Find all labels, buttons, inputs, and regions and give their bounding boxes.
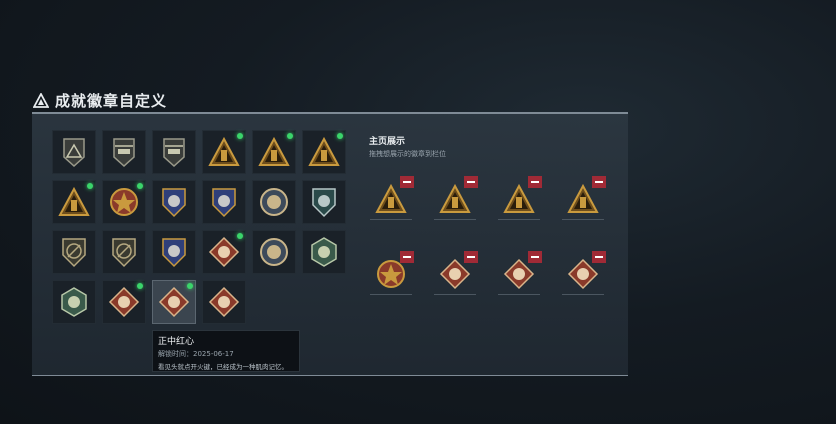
badge-slot[interactable] <box>102 280 146 324</box>
new-indicator-dot <box>87 183 93 189</box>
badge-slot[interactable] <box>152 230 196 274</box>
minus-icon <box>595 181 603 183</box>
showcase-slot[interactable] <box>370 176 414 220</box>
blue-star-shield-badge-icon <box>162 188 186 218</box>
new-indicator-dot <box>237 233 243 239</box>
new-indicator-dot <box>187 283 193 289</box>
remove-badge-button[interactable] <box>528 176 542 188</box>
showcase-slot[interactable] <box>370 251 414 295</box>
new-indicator-dot <box>287 133 293 139</box>
showcase-subtitle: 拖拽想展示的徽章到栏位 <box>369 150 446 158</box>
eagle-shield-badge-icon <box>212 188 236 218</box>
showcase-slot[interactable] <box>562 176 606 220</box>
tooltip-badge-name: 正中红心 <box>158 337 195 347</box>
achievement-triangle-icon <box>33 92 49 108</box>
remove-badge-button[interactable] <box>592 176 606 188</box>
badge-slot[interactable] <box>152 280 196 324</box>
badge-slot[interactable] <box>202 180 246 224</box>
badge-slot[interactable] <box>202 280 246 324</box>
badge-slot[interactable] <box>302 130 346 174</box>
remove-badge-button[interactable] <box>464 251 478 263</box>
minus-icon <box>403 181 411 183</box>
showcase-header: 主页展示 拖拽想展示的徽章到栏位 <box>369 134 446 159</box>
showcase-slot[interactable] <box>562 251 606 295</box>
showcase-slot[interactable] <box>434 251 478 295</box>
dragon-diamond-selected-badge-icon <box>158 286 190 318</box>
green-hex-gun-badge-icon <box>61 287 87 317</box>
badge-panel: 主页展示 拖拽想展示的徽章到栏位 正中红心 解锁时间：2025-06-17 看见… <box>32 112 628 376</box>
remove-badge-button[interactable] <box>400 176 414 188</box>
new-indicator-dot <box>237 133 243 139</box>
minus-icon <box>467 256 475 258</box>
page-title: 成就徽章自定义 <box>55 92 168 110</box>
badge-slot[interactable] <box>102 180 146 224</box>
remove-badge-button[interactable] <box>464 176 478 188</box>
badge-slot[interactable] <box>52 180 96 224</box>
new-indicator-dot <box>137 183 143 189</box>
triangle-rank-badge-icon <box>63 138 85 168</box>
badge-grid <box>52 130 346 324</box>
page-header: 成就徽章自定义 <box>33 90 167 111</box>
green-hex-dragon-badge-icon <box>311 237 337 267</box>
badge-slot[interactable] <box>252 180 296 224</box>
new-indicator-dot <box>337 133 343 139</box>
badge-slot[interactable] <box>202 230 246 274</box>
badge-slot[interactable] <box>52 130 96 174</box>
badge-slot[interactable] <box>102 130 146 174</box>
badge-slot[interactable] <box>52 280 96 324</box>
jet-shield-badge-icon <box>163 138 185 168</box>
navy-eagle-shield-badge-icon <box>162 238 186 268</box>
soldier-diamond-badge-icon <box>208 286 240 318</box>
minus-icon <box>467 181 475 183</box>
badge-tooltip: 正中红心 解锁时间：2025-06-17 看见头就点开火键，已经成为一种肌肉记忆… <box>152 330 300 372</box>
gold-triangle-artillery-badge-icon <box>58 186 90 216</box>
star-medal-badge-icon <box>110 188 138 216</box>
badge-slot[interactable] <box>152 130 196 174</box>
showcase-slot[interactable] <box>498 176 542 220</box>
badge-slot[interactable] <box>202 130 246 174</box>
helicopter-badge-icon <box>113 138 135 168</box>
rifle-shield-badge-icon <box>62 238 86 268</box>
gold-triangle-pillar-badge-icon <box>208 136 240 166</box>
badge-slot[interactable] <box>52 230 96 274</box>
eagle-circle-badge-icon <box>260 238 288 266</box>
showcase-slot[interactable] <box>498 251 542 295</box>
green-shield-wing-badge-icon <box>312 188 336 218</box>
badge-slot[interactable] <box>302 180 346 224</box>
badge-slot[interactable] <box>302 230 346 274</box>
badge-slot[interactable] <box>252 130 296 174</box>
minus-icon <box>403 256 411 258</box>
showcase-title: 主页展示 <box>369 137 406 147</box>
tooltip-unlock-date: 解锁时间：2025-06-17 <box>158 350 234 358</box>
showcase-slot[interactable] <box>434 176 478 220</box>
badge-slot[interactable] <box>152 180 196 224</box>
wolf-diamond-badge-icon <box>208 236 240 268</box>
new-indicator-dot <box>137 283 143 289</box>
tooltip-description: 看见头就点开火键，已经成为一种肌肉记忆。 <box>158 363 288 371</box>
gold-triangle-vehicle-badge-icon <box>308 136 340 166</box>
gold-triangle-tower-badge-icon <box>258 136 290 166</box>
skull-medallion-badge-icon <box>260 188 288 216</box>
remove-badge-button[interactable] <box>592 251 606 263</box>
badge-slot[interactable] <box>252 230 296 274</box>
badge-slot[interactable] <box>102 230 146 274</box>
minus-icon <box>595 256 603 258</box>
minus-icon <box>531 256 539 258</box>
showcase-slots <box>370 176 606 295</box>
knife-shield-badge-icon <box>112 238 136 268</box>
remove-badge-button[interactable] <box>528 251 542 263</box>
remove-badge-button[interactable] <box>400 251 414 263</box>
dragon-diamond-badge-icon <box>108 286 140 318</box>
minus-icon <box>531 181 539 183</box>
